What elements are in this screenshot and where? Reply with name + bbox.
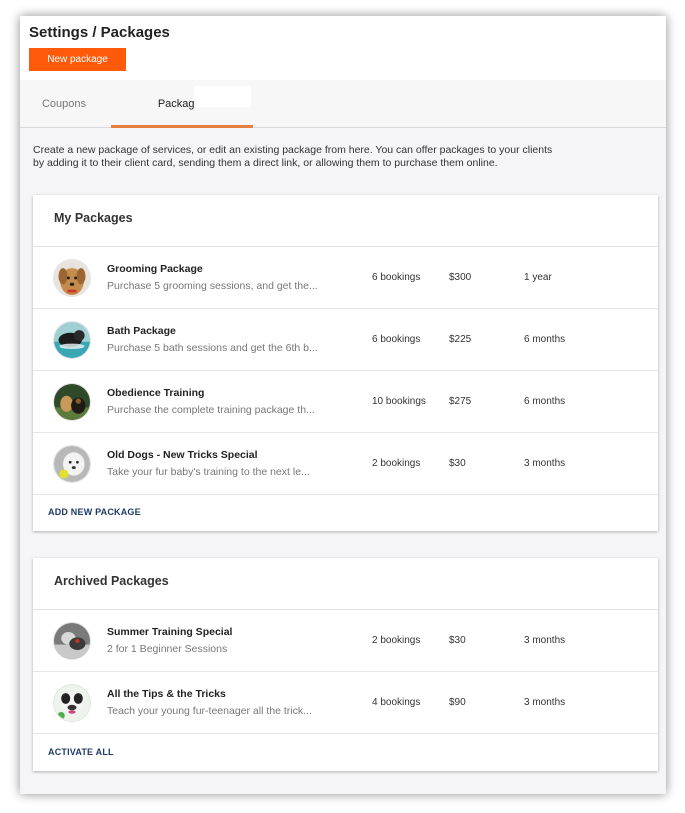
package-duration: 3 months (524, 697, 566, 708)
package-bookings: 4 bookings (372, 697, 421, 708)
dog-avatar-icon (53, 622, 91, 660)
dog-avatar-icon (53, 321, 91, 359)
dog-avatar-icon (53, 383, 91, 421)
package-duration: 3 months (524, 635, 566, 646)
package-duration: 3 months (524, 458, 566, 469)
package-row[interactable]: Grooming Package Purchase 5 grooming ses… (33, 247, 658, 309)
add-new-package-link[interactable]: ADD NEW PACKAGE (48, 507, 141, 517)
package-description: 2 for 1 Beginner Sessions (107, 643, 228, 655)
package-name: Summer Training Special (107, 626, 233, 638)
package-price: $300 (449, 272, 472, 283)
package-name: Obedience Training (107, 387, 205, 399)
my-packages-card: My Packages Grooming Package Purchase 5 … (33, 195, 658, 531)
package-bookings: 6 bookings (372, 272, 421, 283)
activate-all-link[interactable]: ACTIVATE ALL (48, 747, 114, 757)
dog-avatar-icon (53, 259, 91, 297)
package-row[interactable]: Obedience Training Purchase the complete… (33, 371, 658, 433)
package-description: Teach your young fur-teenager all the tr… (107, 705, 312, 717)
package-duration: 6 months (524, 334, 566, 345)
package-price: $30 (449, 635, 466, 646)
tab-blank-area (194, 86, 251, 107)
package-row[interactable]: Bath Package Purchase 5 bath sessions an… (33, 309, 658, 371)
package-row[interactable]: Summer Training Special 2 for 1 Beginner… (33, 610, 658, 672)
package-bookings: 2 bookings (372, 635, 421, 646)
dog-avatar-icon (53, 445, 91, 483)
page-header: Settings / Packages New package (20, 16, 666, 80)
package-row[interactable]: All the Tips & the Tricks Teach your you… (33, 672, 658, 734)
tab-coupons[interactable]: Coupons (20, 80, 108, 128)
dog-avatar-icon (53, 684, 91, 722)
package-name: Bath Package (107, 325, 176, 337)
new-package-button[interactable]: New package (29, 48, 126, 71)
archived-packages-card: Archived Packages Summer Training Specia… (33, 558, 658, 771)
archived-packages-title: Archived Packages (33, 558, 658, 610)
package-bookings: 6 bookings (372, 334, 421, 345)
package-name: Grooming Package (107, 263, 203, 275)
package-duration: 6 months (524, 396, 566, 407)
active-tab-indicator (111, 125, 253, 128)
package-name: Old Dogs - New Tricks Special (107, 449, 258, 461)
my-packages-title: My Packages (33, 195, 658, 247)
package-description: Purchase the complete training package t… (107, 404, 315, 416)
package-description: Purchase 5 grooming sessions, and get th… (107, 280, 318, 292)
package-description: Take your fur baby's training to the nex… (107, 466, 310, 478)
package-bookings: 10 bookings (372, 396, 426, 407)
package-price: $90 (449, 697, 466, 708)
package-name: All the Tips & the Tricks (107, 688, 226, 700)
packages-description: Create a new package of services, or edi… (33, 144, 553, 169)
package-price: $30 (449, 458, 466, 469)
page-title: Settings / Packages (29, 24, 170, 41)
package-price: $275 (449, 396, 472, 407)
tab-bar: Coupons Packages (20, 80, 666, 128)
package-description: Purchase 5 bath sessions and get the 6th… (107, 342, 318, 354)
package-price: $225 (449, 334, 472, 345)
package-duration: 1 year (524, 272, 552, 283)
package-row[interactable]: Old Dogs - New Tricks Special Take your … (33, 433, 658, 495)
package-bookings: 2 bookings (372, 458, 421, 469)
settings-window: Settings / Packages New package Coupons … (20, 16, 666, 794)
